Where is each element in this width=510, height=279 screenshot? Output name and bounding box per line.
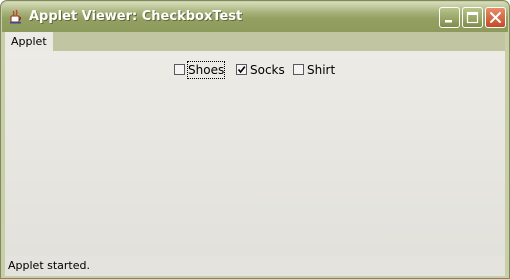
client-area: Applet Shoes Socks Shirt Applet started. [5, 32, 505, 276]
checkbox-box[interactable] [236, 64, 247, 75]
close-icon [490, 12, 501, 23]
window-title: Applet Viewer: CheckboxTest [29, 9, 243, 24]
menu-applet[interactable]: Applet [5, 32, 53, 51]
close-button[interactable] [485, 7, 506, 28]
checkbox-box[interactable] [293, 64, 304, 75]
status-text: Applet started. [8, 259, 90, 272]
checkbox-label[interactable]: Shirt [307, 62, 335, 78]
checkbox-label[interactable]: Shoes [186, 61, 226, 79]
status-bar: Applet started. [5, 256, 505, 276]
title-bar[interactable]: Applet Viewer: CheckboxTest [2, 2, 508, 32]
checkbox-box[interactable] [174, 64, 185, 75]
java-cup-icon[interactable] [8, 9, 24, 25]
minimize-button[interactable] [439, 7, 460, 28]
menu-bar: Applet [5, 32, 505, 51]
checkmark-icon [294, 65, 303, 74]
applet-content: Shoes Socks Shirt [5, 51, 505, 256]
applet-viewer-window: Applet Viewer: CheckboxTest Applet Shoes… [0, 0, 510, 279]
maximize-icon [466, 11, 479, 24]
checkbox-label[interactable]: Socks [250, 62, 285, 78]
checkmark-icon [175, 65, 184, 74]
maximize-button[interactable] [462, 7, 483, 28]
minimize-icon [445, 20, 452, 23]
checkmark-icon [237, 66, 246, 74]
